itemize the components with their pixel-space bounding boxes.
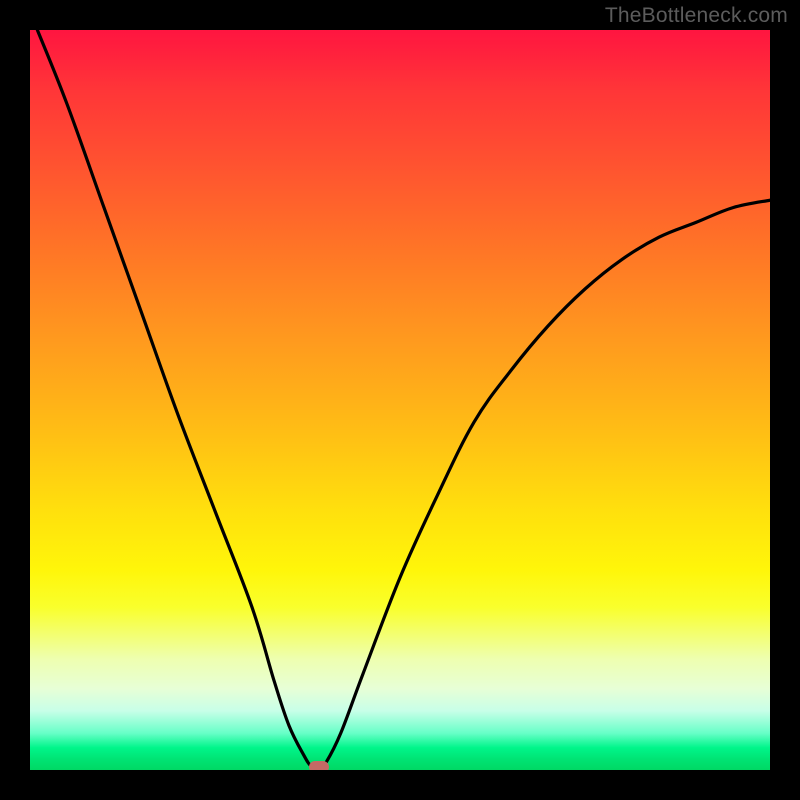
plot-area <box>30 30 770 770</box>
chart-frame: TheBottleneck.com <box>0 0 800 800</box>
bottleneck-curve <box>37 30 770 770</box>
curve-svg <box>30 30 770 770</box>
watermark-text: TheBottleneck.com <box>605 4 788 28</box>
optimal-point-marker <box>309 761 329 770</box>
